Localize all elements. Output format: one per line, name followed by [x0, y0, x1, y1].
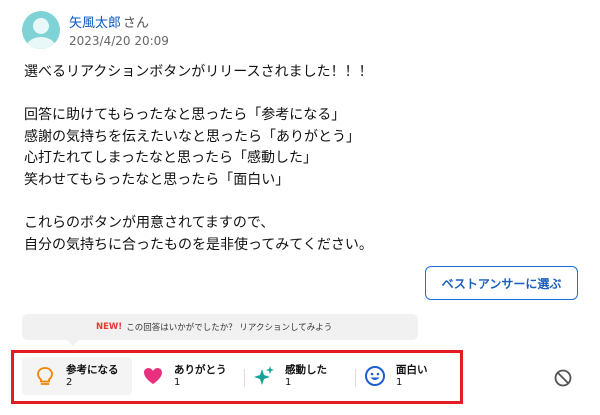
- reaction-count: 1: [396, 376, 403, 388]
- reaction-button-sanko[interactable]: 参考になる 2: [22, 357, 132, 395]
- reaction-count: 1: [285, 376, 292, 388]
- answer-paragraph: 選べるリアクションボタンがリリースされました！！！: [24, 64, 373, 80]
- answer-paragraph: これらのボタンが用意されてますので、 自分の気持ちに合ったものを是非使ってみてく…: [24, 215, 373, 253]
- reaction-button-arigatou[interactable]: ありがとう 1: [142, 357, 238, 395]
- reaction-prompt-text: この回答はいかがでしたか？ リアクションしてみよう: [126, 323, 333, 333]
- answer-paragraph: 回答に助けてもらったなと思ったら「参考になる」 感謝の気持ちを伝えたいなと思った…: [24, 107, 360, 188]
- user-avatar[interactable]: [22, 11, 60, 49]
- sparkle-icon: [253, 365, 275, 387]
- reaction-text: 参考になる 2: [66, 364, 119, 389]
- reaction-prompt: NEW! この回答はいかがでしたか？ リアクションしてみよう: [22, 314, 418, 346]
- block-button[interactable]: [553, 368, 573, 388]
- reaction-text: 面白い 1: [396, 364, 428, 389]
- answer-body: 選べるリアクションボタンがリリースされました！！！ 回答に助けてもらったなと思っ…: [24, 62, 544, 256]
- reaction-count: 1: [174, 376, 181, 388]
- avatar-body: [26, 37, 56, 49]
- reaction-label: ありがとう: [174, 363, 227, 376]
- smile-icon: [364, 365, 386, 387]
- block-icon: [554, 369, 572, 387]
- answer-timestamp: 2023/4/20 20:09: [69, 34, 169, 48]
- avatar-head: [33, 18, 49, 34]
- reaction-separator: [355, 369, 356, 387]
- lightbulb-icon: [34, 365, 56, 387]
- best-answer-button[interactable]: ベストアンサーに選ぶ: [425, 266, 578, 300]
- user-name-suffix: さん: [123, 16, 150, 31]
- reaction-separator: [244, 369, 245, 387]
- reaction-label: 面白い: [396, 363, 428, 376]
- reaction-button-omoshiroi[interactable]: 面白い 1: [364, 357, 454, 395]
- reaction-text: ありがとう 1: [174, 364, 227, 389]
- new-badge: NEW!: [96, 322, 123, 332]
- reaction-text: 感動した 1: [285, 364, 327, 389]
- user-name-link[interactable]: 矢風太郎: [69, 12, 121, 31]
- paragraph-spacer: [24, 84, 544, 106]
- paragraph-spacer: [24, 192, 544, 214]
- reaction-count: 2: [66, 376, 73, 388]
- heart-icon: [142, 365, 164, 387]
- reaction-button-kandou[interactable]: 感動した 1: [253, 357, 349, 395]
- reaction-label: 参考になる: [66, 363, 119, 376]
- reaction-label: 感動した: [285, 363, 327, 376]
